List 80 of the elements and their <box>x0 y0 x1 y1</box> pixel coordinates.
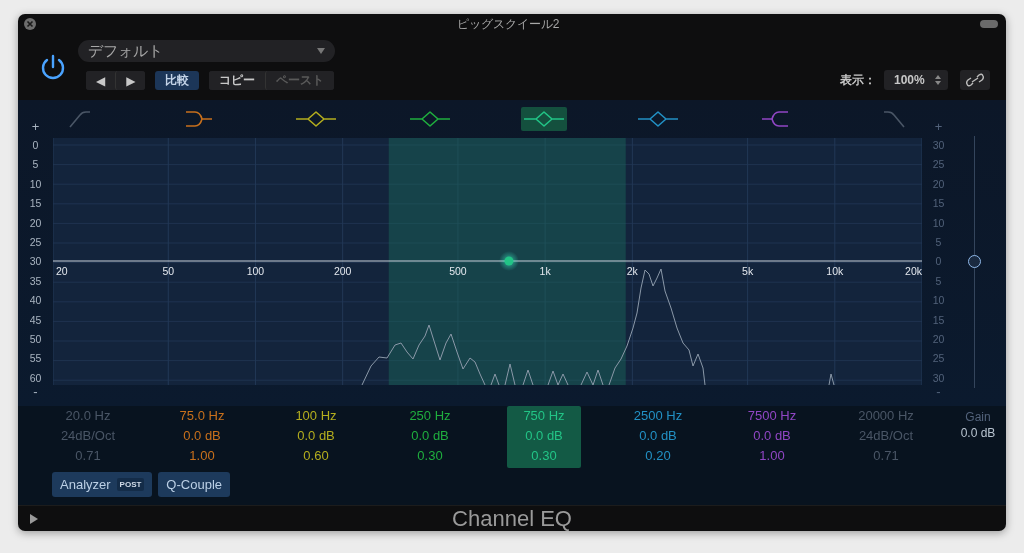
scale-label: 45 <box>29 312 42 327</box>
zoom-out-button[interactable]: - <box>936 385 941 399</box>
scale-label: 10 <box>932 215 945 230</box>
scale-label: 10 <box>932 293 945 308</box>
scale-label: 25 <box>932 351 945 366</box>
gain-value[interactable]: 0.0 dB <box>183 426 221 446</box>
stepper-icon <box>935 75 941 85</box>
plugin-name: Channel EQ <box>451 506 573 531</box>
scale-label: 50 <box>29 332 42 347</box>
zoom-in-button[interactable]: + <box>934 100 943 138</box>
scale-label: 25 <box>932 157 945 172</box>
q-value[interactable]: 0.30 <box>531 446 557 466</box>
frequency-label: 500 <box>449 265 467 277</box>
frequency-value[interactable]: 100 Hz <box>295 406 337 426</box>
gain-slider-thumb[interactable] <box>967 255 981 268</box>
scale-label: 0 <box>32 138 39 152</box>
scale-label: 20 <box>932 176 945 191</box>
caret-icon <box>317 48 325 54</box>
compare-button[interactable]: 比較 <box>155 71 200 90</box>
scale-label: 15 <box>932 196 945 211</box>
scale-label: 5 <box>935 235 942 250</box>
zoom-stepper[interactable]: 100% <box>884 70 948 90</box>
scale-label: 35 <box>29 273 42 288</box>
frequency-label: 20k <box>905 265 922 277</box>
gain-value[interactable]: 0.0 dB <box>297 426 335 446</box>
link-button[interactable] <box>960 70 990 90</box>
gain-value[interactable]: 0.0 dB <box>960 425 996 441</box>
scale-label: 30 <box>932 370 945 385</box>
scale-label: 20 <box>29 215 42 230</box>
frequency-label: 2k <box>626 265 638 277</box>
gain-label: Gain <box>965 409 991 425</box>
scale-label: 20 <box>932 332 945 347</box>
frequency-label: 50 <box>162 265 175 277</box>
preset-dropdown[interactable]: デフォルト <box>78 40 335 62</box>
scale-label: 30 <box>932 138 945 152</box>
analyzer-button[interactable]: Analyzer POST <box>52 472 153 497</box>
q-couple-button[interactable]: Q-Couple <box>158 472 230 497</box>
close-icon[interactable] <box>24 18 36 30</box>
scale-label: 0 <box>935 254 942 269</box>
q-value[interactable]: 1.00 <box>759 446 785 466</box>
frequency-value[interactable]: 250 Hz <box>409 406 451 426</box>
next-button[interactable]: ▶ <box>115 71 146 90</box>
frequency-label: 200 <box>333 265 352 277</box>
scale-label: 15 <box>932 312 945 327</box>
frequency-label: 20 <box>56 265 68 277</box>
window-title: ピッグスクイール2 <box>455 15 561 33</box>
toolbar-button[interactable] <box>980 20 998 28</box>
scale-label: 5 <box>935 273 942 288</box>
scale-label: 15 <box>29 196 42 211</box>
scale-label: 30 <box>29 254 42 269</box>
scale-label: 55 <box>29 351 42 366</box>
gain-value[interactable]: 0.0 dB <box>753 426 791 446</box>
scale-label: 10 <box>29 176 42 191</box>
frequency-label: 1k <box>539 265 551 277</box>
frequency-label: 5k <box>742 265 754 277</box>
frequency-value[interactable]: 7500 Hz <box>747 406 797 426</box>
gain-value[interactable]: 0.0 dB <box>411 426 449 446</box>
post-badge[interactable]: POST <box>116 478 145 491</box>
band-node[interactable] <box>498 251 519 271</box>
scale-label: 25 <box>29 235 42 250</box>
q-value[interactable]: 0.20 <box>645 446 671 466</box>
frequency-label: 10k <box>826 265 844 277</box>
frequency-value[interactable]: 75.0 Hz <box>179 406 225 426</box>
gain-value[interactable]: 0.0 dB <box>525 426 563 446</box>
q-value[interactable]: 0.60 <box>303 446 329 466</box>
frequency-label: 100 <box>246 265 265 277</box>
q-value[interactable]: 0.30 <box>417 446 443 466</box>
link-icon <box>966 73 984 87</box>
scale-label: 60 <box>29 370 42 385</box>
disclosure-icon[interactable] <box>30 514 38 524</box>
q-value[interactable]: 1.00 <box>189 446 215 466</box>
frequency-value[interactable]: 2500 Hz <box>633 406 683 426</box>
scale-label: 5 <box>32 157 39 172</box>
zoom-out-button[interactable]: - <box>33 385 38 399</box>
scale-label: 40 <box>29 293 42 308</box>
zoom-in-button[interactable]: + <box>31 100 40 138</box>
eq-graph[interactable]: 20 50 100 200 500 1k 2k 5k 10k 20k <box>53 138 922 385</box>
view-label: 表示： <box>840 71 876 89</box>
gain-value[interactable]: 0.0 dB <box>639 426 677 446</box>
frequency-value[interactable]: 750 Hz <box>523 406 565 426</box>
